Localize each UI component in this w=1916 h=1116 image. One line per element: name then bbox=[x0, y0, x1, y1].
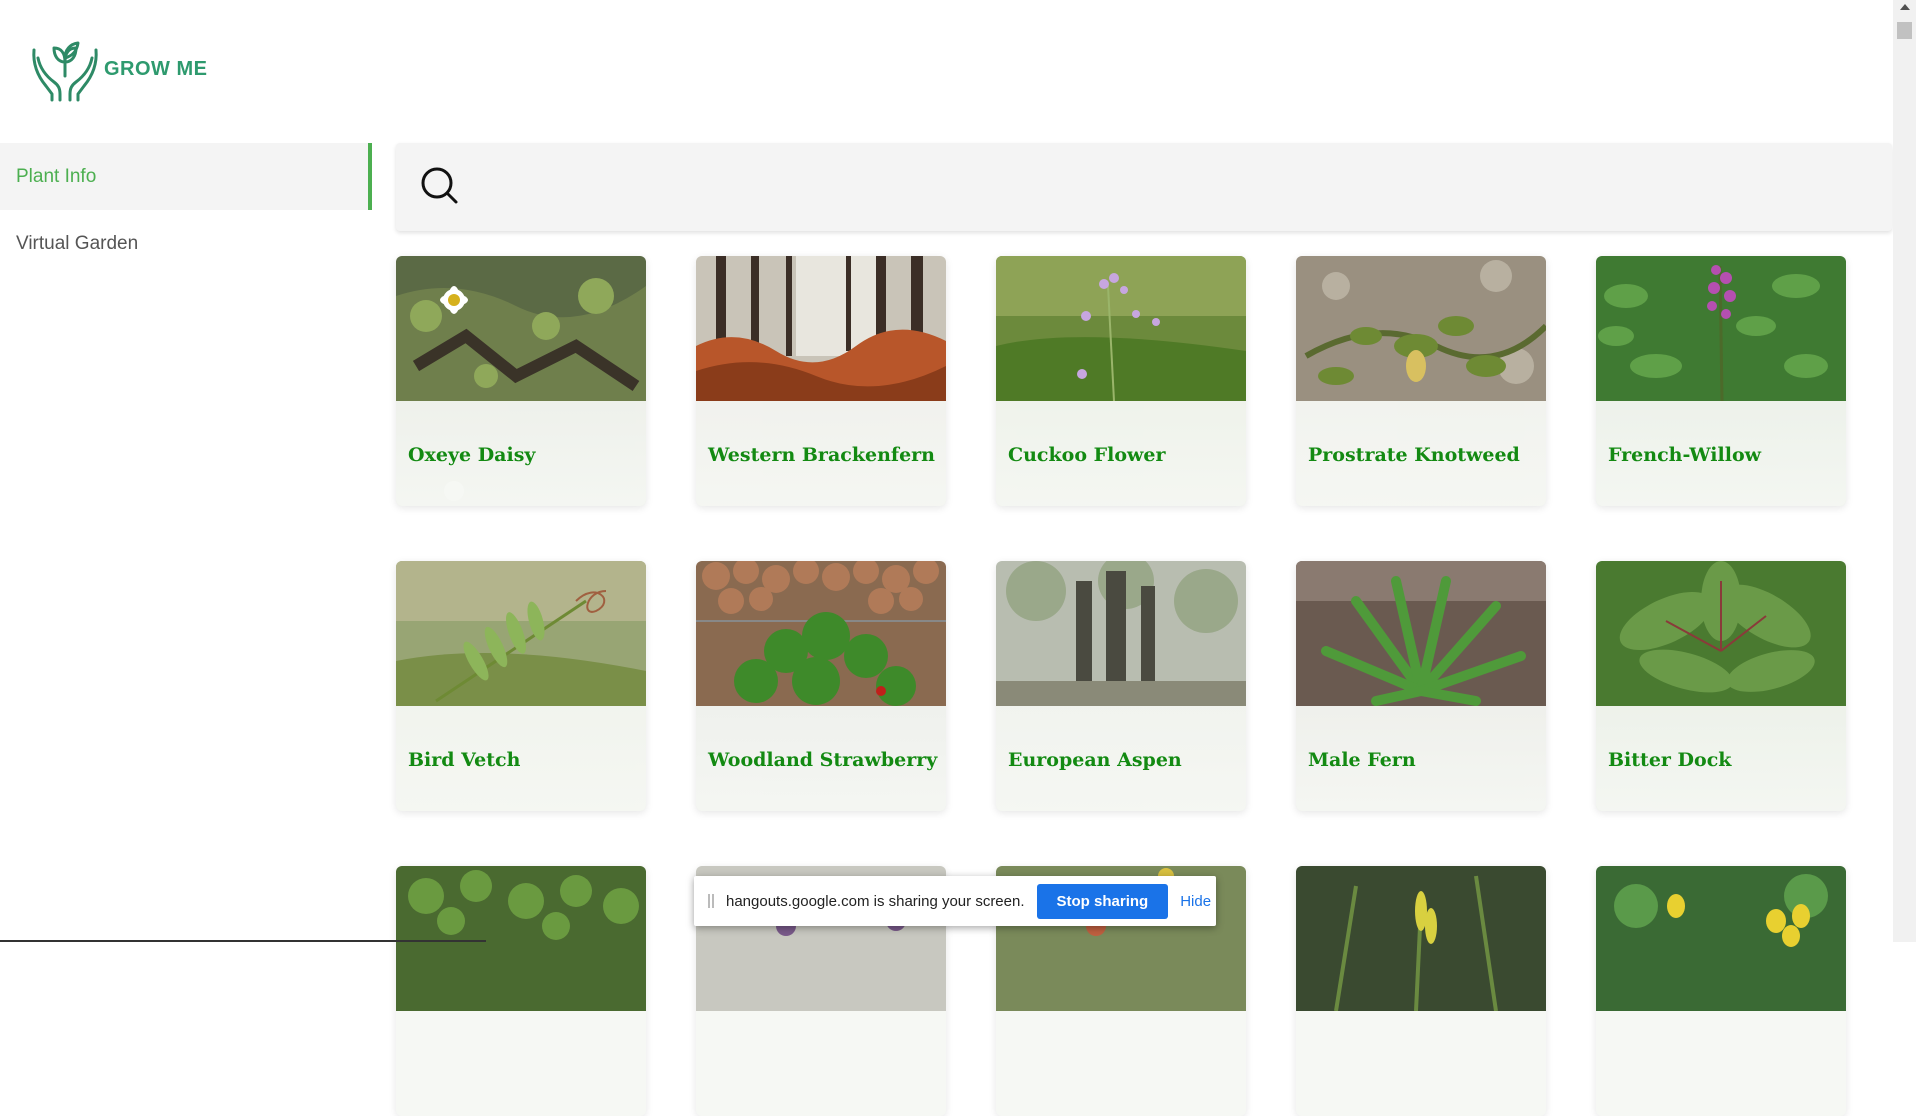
hide-link[interactable]: Hide bbox=[1180, 893, 1211, 910]
plant-card-western-brackenfern[interactable]: Western Brackenfern bbox=[696, 256, 946, 506]
scroll-up-arrow-icon[interactable] bbox=[1900, 4, 1910, 10]
plant-card-european-aspen[interactable]: European Aspen bbox=[996, 561, 1246, 811]
plant-name: Oxeye Daisy bbox=[408, 444, 536, 466]
plant-name: French-Willow bbox=[1608, 444, 1761, 466]
share-message: hangouts.google.com is sharing your scre… bbox=[726, 892, 1025, 910]
yellow-flowers-image bbox=[1596, 866, 1846, 1011]
dock-image bbox=[1596, 561, 1846, 706]
plant-card-prostrate-knotweed[interactable]: Prostrate Knotweed bbox=[1296, 256, 1546, 506]
sidebar-item-virtual-garden[interactable]: Virtual Garden bbox=[0, 210, 372, 277]
plant-card-male-fern[interactable]: Male Fern bbox=[1296, 561, 1546, 811]
plant-card-cuckoo-flower[interactable]: Cuckoo Flower bbox=[996, 256, 1246, 506]
plant-card[interactable] bbox=[396, 866, 646, 1116]
plant-card[interactable] bbox=[1596, 866, 1846, 1116]
plant-card[interactable] bbox=[1296, 866, 1546, 1116]
plant-card-oxeye-daisy[interactable]: Oxeye Daisy bbox=[396, 256, 646, 506]
sidebar-nav: Plant Info Virtual Garden bbox=[0, 143, 372, 277]
leafy-ground-image bbox=[396, 866, 646, 1011]
plant-card-french-willow[interactable]: French-Willow bbox=[1596, 256, 1846, 506]
scrollbar-thumb[interactable] bbox=[1897, 22, 1912, 39]
stop-sharing-button[interactable]: Stop sharing bbox=[1036, 883, 1169, 919]
plant-name: European Aspen bbox=[1008, 749, 1182, 771]
sidebar-item-label: Virtual Garden bbox=[16, 232, 139, 254]
plant-card-bitter-dock[interactable]: Bitter Dock bbox=[1596, 561, 1846, 811]
plant-name: Woodland Strawberry bbox=[708, 749, 938, 771]
cuckoo-flower-image bbox=[996, 256, 1246, 401]
search-input[interactable] bbox=[484, 161, 1878, 215]
plant-name: Western Brackenfern bbox=[708, 444, 935, 466]
screen-share-bar: hangouts.google.com is sharing your scre… bbox=[694, 876, 1216, 926]
app-logo[interactable]: GROW ME bbox=[30, 36, 208, 102]
hands-plant-icon bbox=[32, 41, 98, 102]
brand-name: GROW ME bbox=[104, 57, 208, 80]
fern-image bbox=[1296, 561, 1546, 706]
search-bar bbox=[396, 143, 1892, 231]
forest-fern-image bbox=[696, 256, 946, 401]
plant-name: Bird Vetch bbox=[408, 749, 521, 771]
plant-name: Prostrate Knotweed bbox=[1308, 444, 1520, 466]
page-scrollbar[interactable] bbox=[1893, 0, 1916, 942]
drag-handle-icon[interactable] bbox=[708, 894, 714, 908]
plant-name: Bitter Dock bbox=[1608, 749, 1732, 771]
fireweed-image bbox=[1596, 256, 1846, 401]
knotweed-image bbox=[1296, 256, 1546, 401]
plant-name: Cuckoo Flower bbox=[1008, 444, 1166, 466]
yellow-iris-image bbox=[1296, 866, 1546, 1011]
aspen-image bbox=[996, 561, 1246, 706]
daisy-image bbox=[396, 256, 646, 401]
strawberry-image bbox=[696, 561, 946, 706]
search-icon[interactable] bbox=[410, 157, 470, 217]
plant-name: Male Fern bbox=[1308, 749, 1416, 771]
vetch-image bbox=[396, 561, 646, 706]
sidebar-item-plant-info[interactable]: Plant Info bbox=[0, 143, 372, 210]
plant-card-bird-vetch[interactable]: Bird Vetch bbox=[396, 561, 646, 811]
plant-card-woodland-strawberry[interactable]: Woodland Strawberry bbox=[696, 561, 946, 811]
sidebar-item-label: Plant Info bbox=[16, 165, 97, 187]
